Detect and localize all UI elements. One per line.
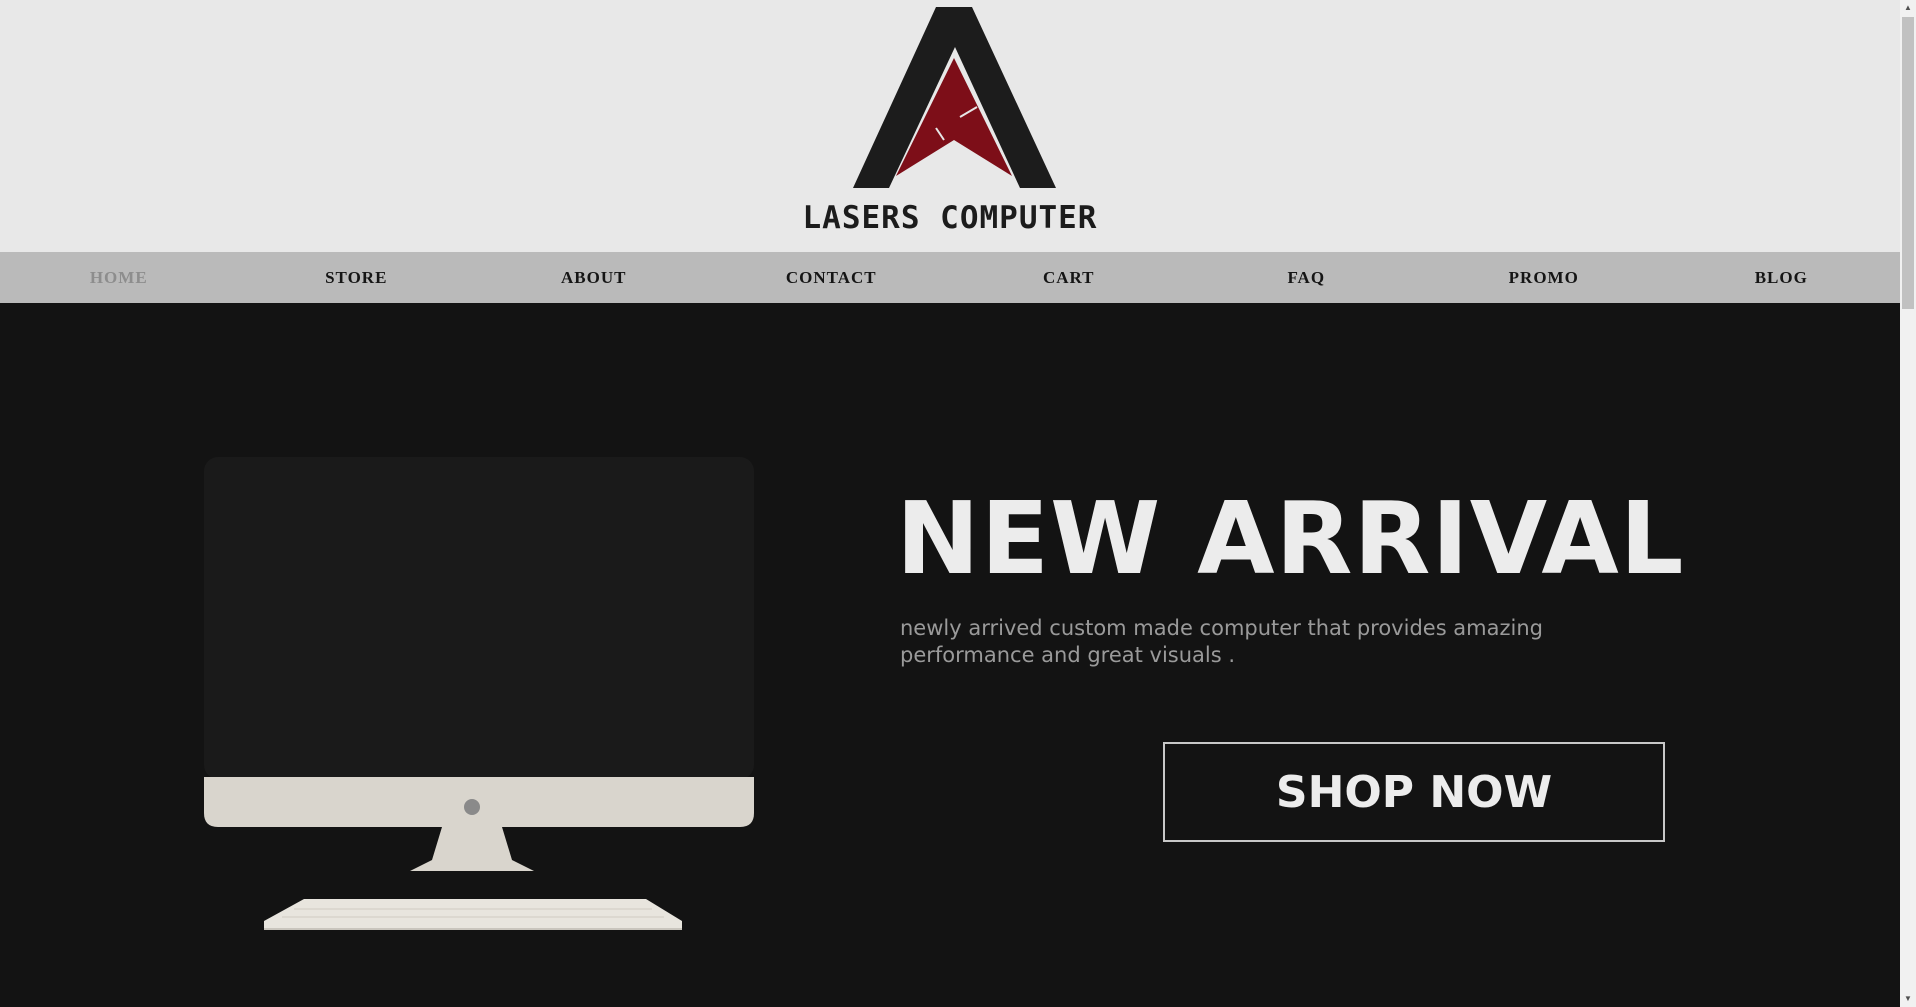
shop-now-button[interactable]: SHOP NOW	[1163, 742, 1665, 842]
page: LASERS COMPUTER HOME STORE ABOUT CONTACT…	[0, 0, 1916, 1007]
nav-item-cart[interactable]: CART	[950, 252, 1188, 303]
scroll-up-arrow-icon[interactable]: ▲	[1900, 0, 1916, 16]
desktop-computer-icon	[200, 453, 760, 933]
triangle-a-logo-icon	[853, 7, 1056, 188]
vertical-scrollbar[interactable]: ▲ ▼	[1900, 0, 1916, 1007]
scrollbar-thumb[interactable]	[1902, 17, 1914, 309]
site-header: LASERS COMPUTER	[0, 0, 1900, 252]
nav-item-about[interactable]: ABOUT	[475, 252, 713, 303]
nav-item-contact[interactable]: CONTACT	[713, 252, 951, 303]
nav-item-blog[interactable]: BLOG	[1663, 252, 1901, 303]
nav-item-promo[interactable]: PROMO	[1425, 252, 1663, 303]
nav-item-home[interactable]: HOME	[0, 252, 238, 303]
hero-subtitle: newly arrived custom made computer that …	[900, 616, 1544, 667]
site-logo[interactable]: LASERS COMPUTER	[780, 4, 1120, 244]
logo-wordmark: LASERS COMPUTER	[802, 200, 1098, 236]
nav-item-faq[interactable]: FAQ	[1188, 252, 1426, 303]
scroll-down-arrow-icon[interactable]: ▼	[1900, 991, 1916, 1007]
nav-item-store[interactable]: STORE	[238, 252, 476, 303]
hero-title: NEW ARRIVAL	[896, 480, 1685, 597]
hero-banner: NEW ARRIVAL newly arrived custom made co…	[0, 303, 1900, 1007]
main-nav: HOME STORE ABOUT CONTACT CART FAQ PROMO …	[0, 252, 1900, 303]
